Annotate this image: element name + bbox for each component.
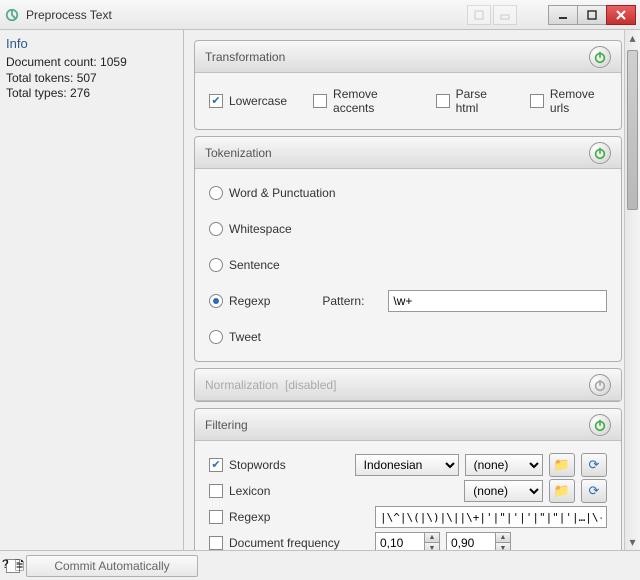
- stopwords-browse-button[interactable]: 📁: [549, 453, 575, 477]
- scrollbar-thumb[interactable]: [627, 50, 638, 210]
- pattern-label: Pattern:: [322, 294, 382, 308]
- radio-word-punct[interactable]: [209, 186, 223, 200]
- power-toggle-filtering[interactable]: [589, 414, 611, 436]
- lexicon-reload-button[interactable]: ⟳: [581, 479, 607, 503]
- section-title: Filtering: [205, 418, 589, 432]
- section-title: Tokenization: [205, 146, 589, 160]
- scroll-up-arrow[interactable]: ▴: [625, 30, 640, 46]
- commit-button[interactable]: Commit Automatically: [26, 555, 198, 577]
- section-normalization: Normalization [disabled]: [194, 368, 622, 402]
- aux-button-1[interactable]: [467, 5, 491, 25]
- power-toggle-transformation[interactable]: [589, 46, 611, 68]
- docfreq-min-spinner[interactable]: ▲▼: [425, 532, 440, 550]
- section-transformation: Transformation ✔ Lowercase Remove accents…: [194, 40, 622, 130]
- section-title: Normalization: [205, 378, 278, 392]
- disabled-tag: [disabled]: [285, 378, 336, 392]
- info-heading: Info: [6, 36, 177, 51]
- label-tweet: Tweet: [229, 330, 261, 344]
- window-controls: [549, 5, 636, 25]
- docfreq-max-input[interactable]: [446, 532, 496, 550]
- titlebar: Preprocess Text: [0, 0, 640, 30]
- radio-regexp[interactable]: [209, 294, 223, 308]
- scroll-down-arrow[interactable]: ▾: [625, 534, 640, 550]
- label-docfreq: Document frequency: [229, 536, 369, 550]
- section-filtering: Filtering ✔ Stopwords Indonesian (none) …: [194, 408, 622, 550]
- folder-icon: 📁: [554, 483, 570, 499]
- sidebar: Info Document count: 1059 Total tokens: …: [0, 30, 184, 550]
- close-button[interactable]: [606, 5, 636, 25]
- checkbox-lowercase[interactable]: ✔: [209, 94, 223, 108]
- checkbox-docfreq[interactable]: [209, 536, 223, 550]
- radio-tweet[interactable]: [209, 330, 223, 344]
- footer: Commit Automatically: [0, 550, 640, 580]
- lexicon-browse-button[interactable]: 📁: [549, 479, 575, 503]
- section-tokenization: Tokenization Word & Punctuation Whitespa…: [194, 136, 622, 362]
- docfreq-min-input[interactable]: [375, 532, 425, 550]
- info-doc-count: Document count: 1059: [6, 55, 177, 71]
- label-whitespace: Whitespace: [229, 222, 292, 236]
- app-icon: [4, 7, 20, 23]
- minimize-button[interactable]: [548, 5, 578, 25]
- label-lowercase: Lowercase: [229, 94, 287, 108]
- label-filter-regexp: Regexp: [229, 510, 369, 524]
- filter-regexp-input[interactable]: [375, 506, 607, 528]
- reload-icon: ⟳: [589, 483, 600, 499]
- label-lexicon: Lexicon: [229, 484, 349, 498]
- stopwords-file-select[interactable]: (none): [465, 454, 543, 476]
- label-regexp: Regexp: [229, 294, 270, 308]
- folder-icon: 📁: [554, 457, 570, 473]
- info-total-types: Total types: 276: [6, 86, 177, 102]
- stopwords-reload-button[interactable]: ⟳: [581, 453, 607, 477]
- power-toggle-tokenization[interactable]: [589, 142, 611, 164]
- lexicon-file-select[interactable]: (none): [464, 480, 543, 502]
- checkbox-filter-regexp[interactable]: [209, 510, 223, 524]
- stopwords-language-select[interactable]: Indonesian: [355, 454, 459, 476]
- checkbox-lexicon[interactable]: [209, 484, 223, 498]
- checkbox-parse-html[interactable]: [436, 94, 450, 108]
- report-icon[interactable]: 🗎: [15, 557, 25, 578]
- vertical-scrollbar[interactable]: ▴ ▾: [624, 30, 640, 550]
- radio-sentence[interactable]: [209, 258, 223, 272]
- checkbox-remove-accents[interactable]: [313, 94, 327, 108]
- label-parse-html: Parse html: [456, 87, 504, 115]
- power-toggle-normalization[interactable]: [589, 374, 611, 396]
- maximize-button[interactable]: [577, 5, 607, 25]
- checkbox-remove-urls[interactable]: [530, 94, 544, 108]
- radio-whitespace[interactable]: [209, 222, 223, 236]
- label-word-punct: Word & Punctuation: [229, 186, 336, 200]
- info-total-tokens: Total tokens: 507: [6, 71, 177, 87]
- label-stopwords: Stopwords: [229, 458, 349, 472]
- help-icon[interactable]: ?: [2, 557, 9, 578]
- label-remove-accents: Remove accents: [333, 87, 410, 115]
- docfreq-max-spinner[interactable]: ▲▼: [496, 532, 511, 550]
- pattern-input[interactable]: [388, 290, 607, 312]
- label-sentence: Sentence: [229, 258, 280, 272]
- window-title: Preprocess Text: [26, 8, 467, 22]
- aux-button-2[interactable]: [493, 5, 517, 25]
- checkbox-stopwords[interactable]: ✔: [209, 458, 223, 472]
- reload-icon: ⟳: [589, 457, 600, 473]
- label-remove-urls: Remove urls: [550, 87, 607, 115]
- section-title: Transformation: [205, 50, 589, 64]
